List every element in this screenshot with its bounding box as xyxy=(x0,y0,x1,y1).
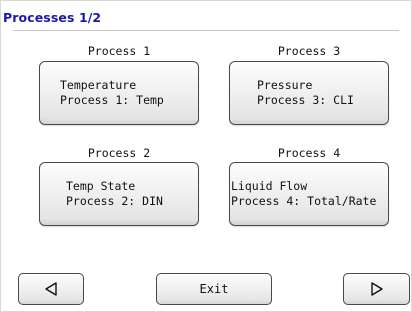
process-1-button[interactable]: Temperature Process 1: Temp xyxy=(39,61,199,125)
page-title: Processes 1/2 xyxy=(3,10,102,25)
screen-frame: Processes 1/2 Process 1 Temperature Proc… xyxy=(0,0,412,312)
exit-button[interactable]: Exit xyxy=(156,273,272,305)
previous-page-button[interactable] xyxy=(18,273,84,305)
triangle-right-icon xyxy=(370,282,383,296)
process-2-heading: Process 2 xyxy=(87,146,151,160)
process-2-name: Temp State xyxy=(66,179,136,193)
exit-label: Exit xyxy=(199,282,229,296)
process-2-source: Process 2: DIN xyxy=(66,194,163,208)
triangle-left-icon xyxy=(45,282,57,296)
process-4-button[interactable]: Liquid Flow Process 4: Total/Rate xyxy=(229,162,389,226)
process-3-source: Process 3: CLI xyxy=(257,93,354,107)
process-1-name: Temperature xyxy=(60,78,137,92)
next-page-button[interactable] xyxy=(343,273,410,305)
process-4-heading: Process 4 xyxy=(277,146,341,160)
process-4-name: Liquid Flow xyxy=(231,179,308,193)
process-3-name: Pressure xyxy=(257,78,313,92)
process-3-button[interactable]: Pressure Process 3: CLI xyxy=(229,61,389,125)
title-divider xyxy=(13,30,399,31)
process-1-heading: Process 1 xyxy=(87,44,151,58)
process-4-source: Process 4: Total/Rate xyxy=(231,194,377,208)
process-1-source: Process 1: Temp xyxy=(60,93,164,107)
process-2-button[interactable]: Temp State Process 2: DIN xyxy=(39,162,199,226)
process-3-heading: Process 3 xyxy=(277,44,341,58)
